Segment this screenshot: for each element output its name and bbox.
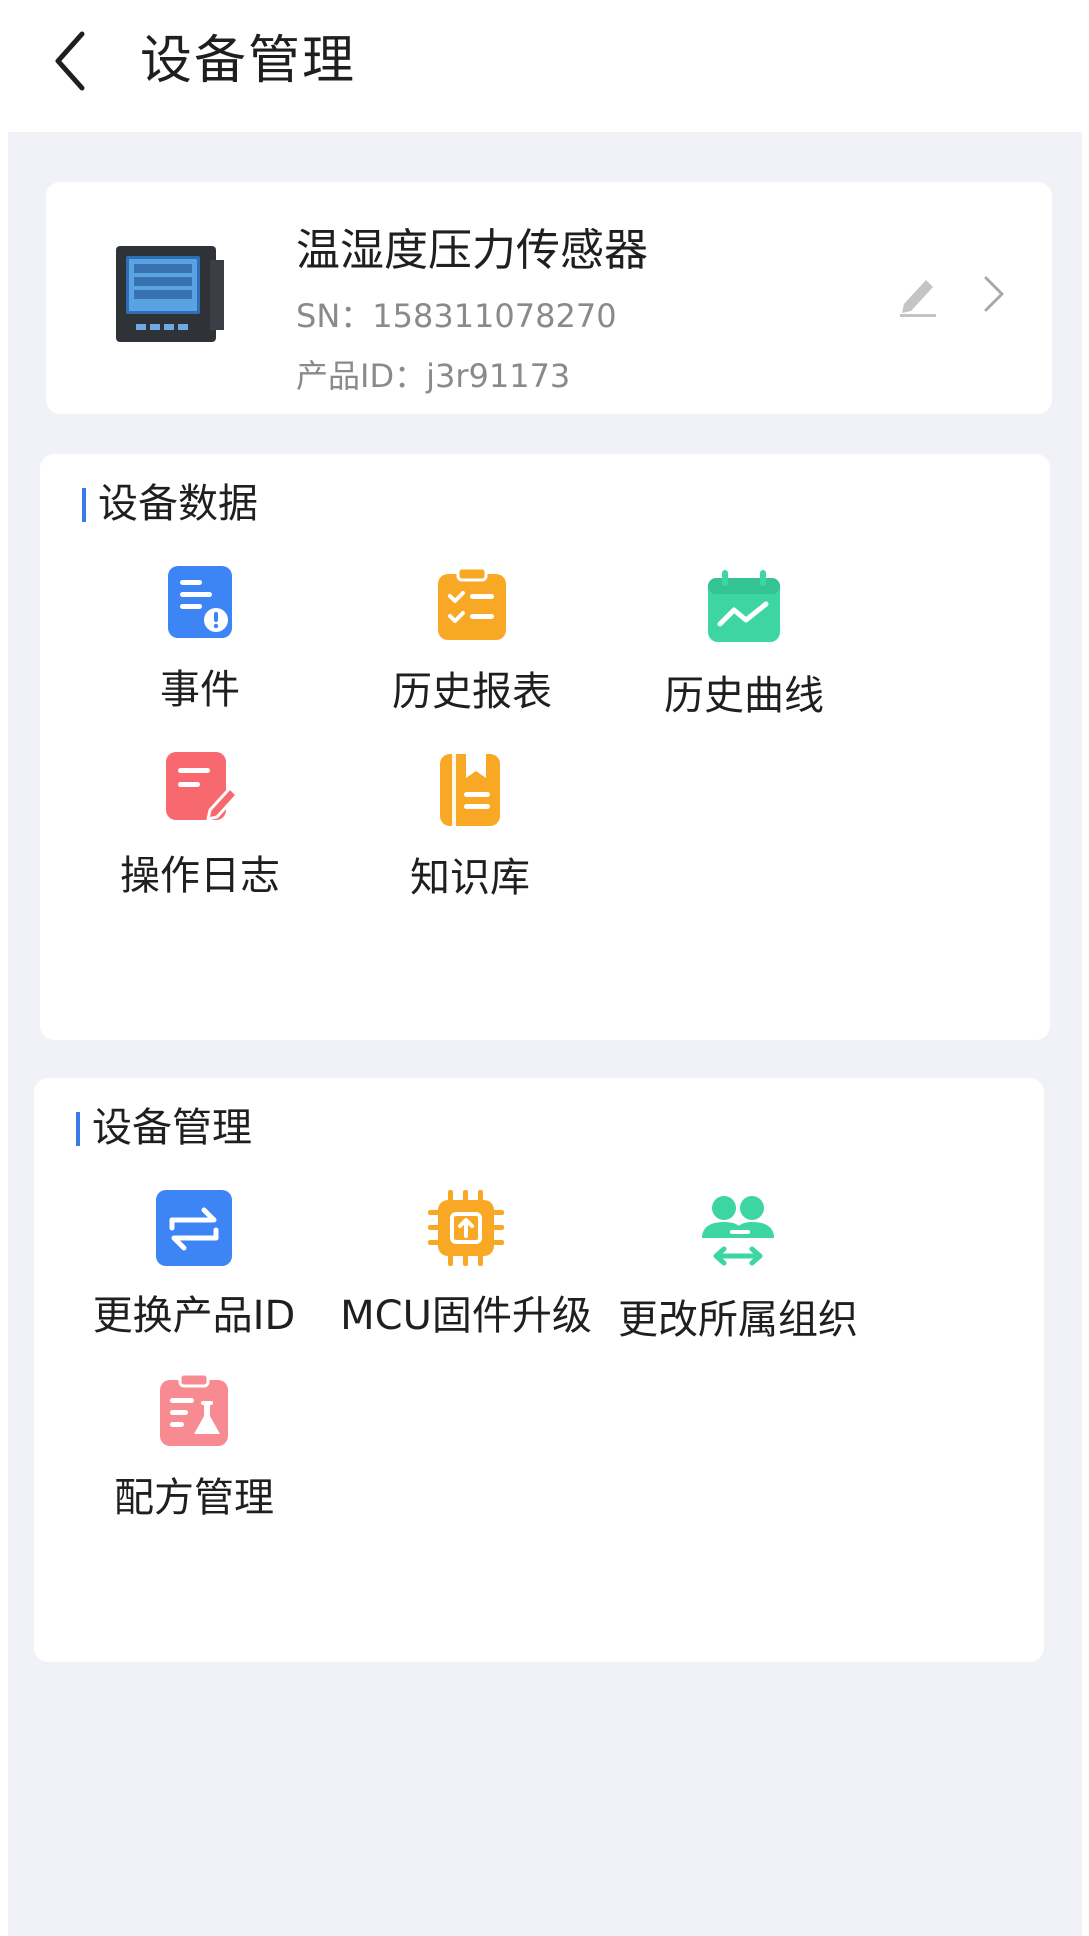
section-title-device-data: 设备数据: [82, 478, 258, 530]
edit-pencil-icon[interactable]: [896, 270, 940, 318]
device-data-card: 设备数据 事件 历史报表 历史曲线 操作日志 知识库: [40, 454, 1050, 1040]
content-area: 温湿度压力传感器 SN：158311078270 产品ID：j3r91173 设…: [8, 132, 1082, 1936]
device-name: 温湿度压力传感器: [296, 225, 648, 276]
menu-item-label: 配方管理: [114, 1475, 274, 1521]
menu-item-label: 更改所属组织: [618, 1297, 858, 1343]
section-title-device-management: 设备管理: [76, 1102, 252, 1154]
device-thumbnail: [116, 246, 224, 342]
device-sn: SN：158311078270: [296, 297, 617, 335]
chevron-right-icon[interactable]: [978, 272, 1008, 316]
menu-item-change-organization[interactable]: 更改所属组织: [578, 1192, 898, 1346]
menu-item-label: 历史曲线: [664, 673, 824, 719]
recipe-icon: [160, 1372, 228, 1446]
menu-item-knowledge-base[interactable]: 知识库: [310, 750, 630, 904]
event-icon: [168, 566, 232, 638]
back-arrow-icon[interactable]: [44, 26, 100, 96]
menu-item-recipe-management[interactable]: 配方管理: [34, 1370, 354, 1524]
app-header: 设备管理: [0, 0, 1089, 132]
page-title: 设备管理: [140, 31, 357, 91]
chip-upgrade-icon: [428, 1190, 504, 1266]
swap-icon: [156, 1190, 232, 1266]
history-report-icon: [438, 566, 506, 640]
history-curve-icon: [708, 570, 780, 642]
menu-item-history-curve[interactable]: 历史曲线: [584, 568, 904, 722]
device-management-card: 设备管理 更换产品ID MCU固件升级 更改所属组织 配方管理: [34, 1078, 1044, 1662]
change-organization-icon: [702, 1196, 774, 1266]
operation-log-icon: [166, 752, 239, 821]
knowledge-base-icon: [440, 754, 500, 826]
device-info-card[interactable]: 温湿度压力传感器 SN：158311078270 产品ID：j3r91173: [46, 182, 1052, 414]
menu-item-label: 知识库: [410, 855, 530, 901]
device-product-id: 产品ID：j3r91173: [296, 357, 571, 395]
